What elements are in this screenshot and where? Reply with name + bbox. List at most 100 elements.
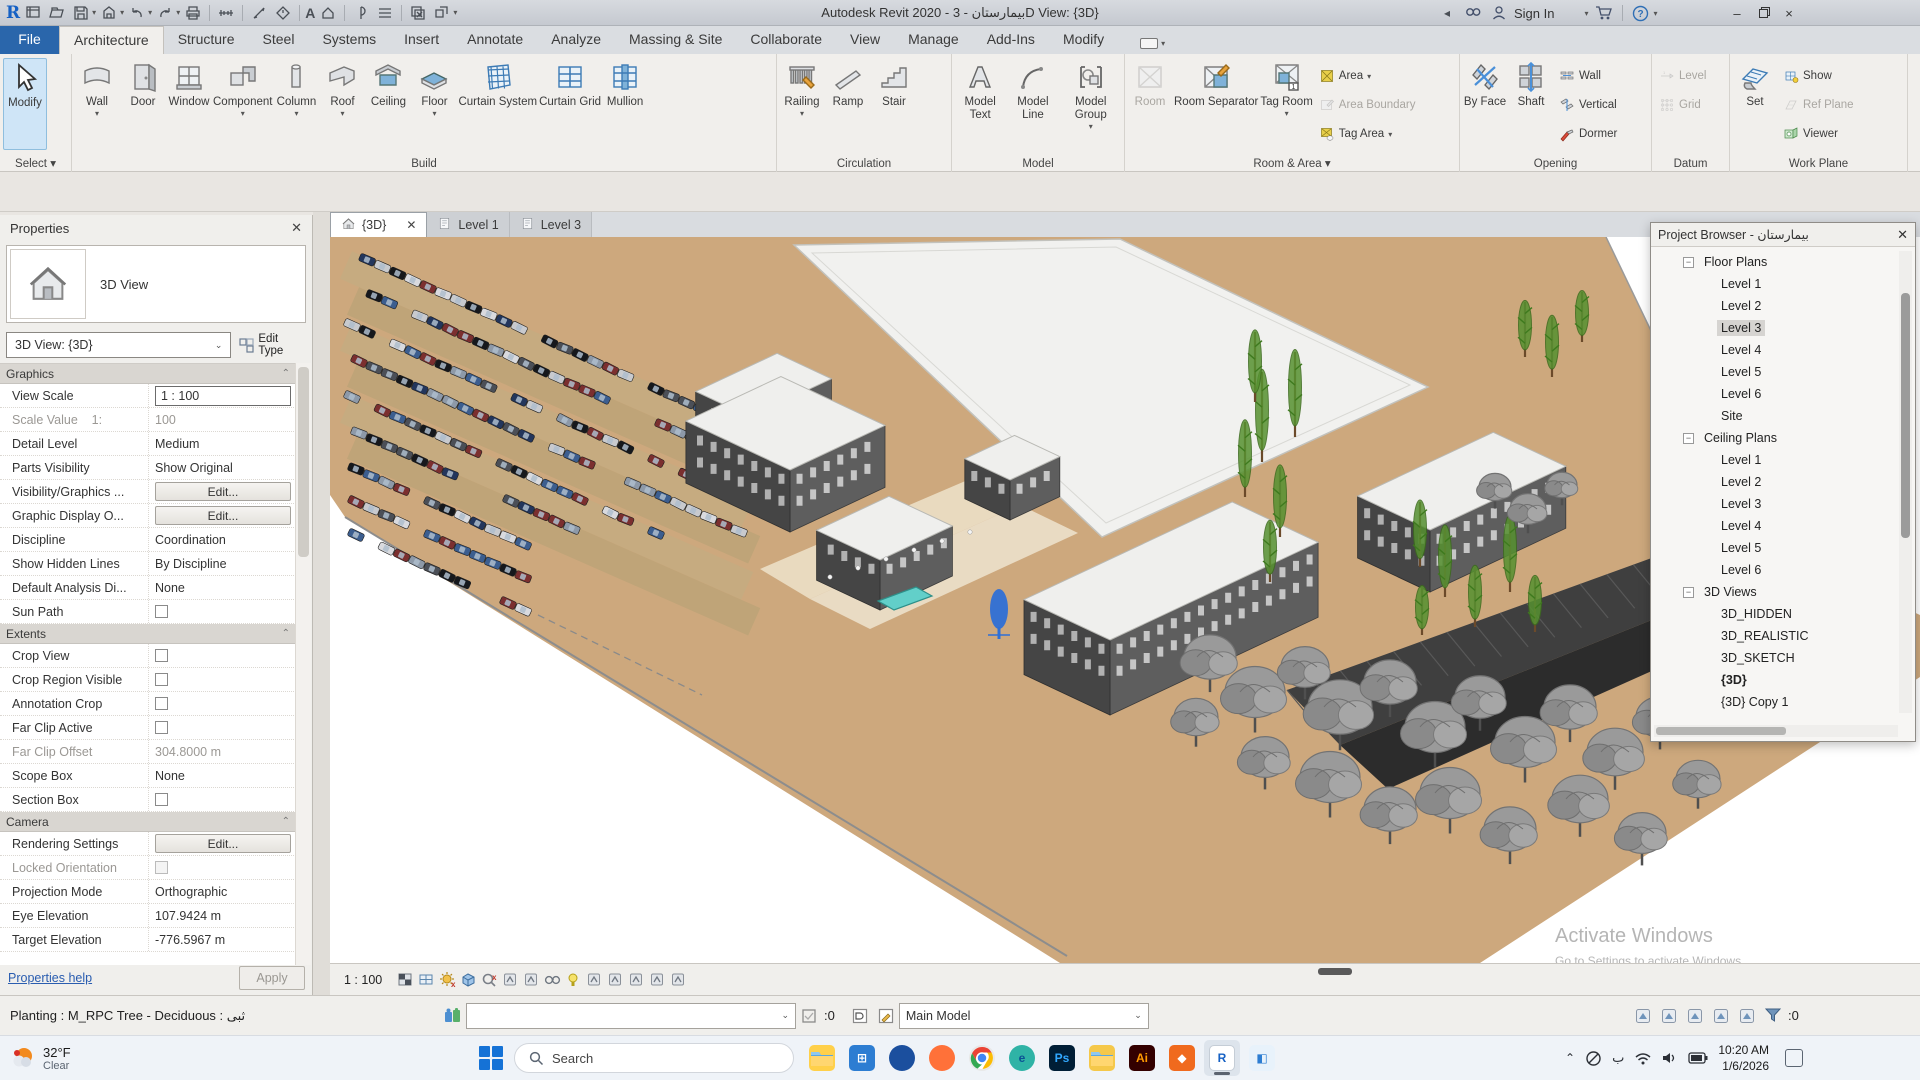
taskbar-app-chrome[interactable]: [964, 1040, 1000, 1076]
checkbox[interactable]: [155, 721, 168, 734]
select-pinned-icon[interactable]: [1686, 1007, 1704, 1025]
default-3d-view-icon[interactable]: [317, 3, 339, 23]
ribbon-tab-annotate[interactable]: Annotate: [453, 26, 537, 54]
model-text-button[interactable]: Model Text: [955, 58, 1005, 150]
aligned-dimension-icon[interactable]: [248, 3, 270, 23]
by-face-button[interactable]: By Face: [1463, 58, 1507, 150]
roof-button[interactable]: Roof▾: [320, 58, 364, 150]
project-browser-close-icon[interactable]: ✕: [1897, 227, 1908, 243]
room-separator-button[interactable]: Room Separator: [1174, 58, 1258, 150]
floor-button[interactable]: Floor▾: [412, 58, 456, 150]
ribbon-tab-structure[interactable]: Structure: [164, 26, 249, 54]
tree-item--3d-[interactable]: {3D}: [1655, 669, 1895, 691]
show-button[interactable]: Show: [1779, 62, 1858, 90]
palette-splitter[interactable]: [313, 212, 330, 995]
checkbox[interactable]: [155, 697, 168, 710]
taskbar-app-firefox[interactable]: [924, 1040, 960, 1076]
open-icon[interactable]: [46, 3, 68, 23]
detail-level-icon[interactable]: [417, 971, 435, 989]
print-icon[interactable]: [182, 3, 204, 23]
tree-item-site[interactable]: Site: [1655, 405, 1895, 427]
type-selector[interactable]: 3D View: [6, 245, 306, 323]
stair-button[interactable]: Stair: [872, 58, 916, 150]
select-by-face-icon[interactable]: [1712, 1007, 1730, 1025]
ceiling-button[interactable]: Ceiling: [366, 58, 410, 150]
save-dropdown-icon[interactable]: ▾: [92, 8, 96, 17]
dormer-button[interactable]: Dormer: [1555, 120, 1621, 148]
checkbox[interactable]: [155, 605, 168, 618]
value[interactable]: Coordination: [155, 533, 226, 547]
mullion-button[interactable]: Mullion: [603, 58, 647, 150]
model-line-button[interactable]: Model Line: [1007, 58, 1058, 150]
curtain-grid-button[interactable]: Curtain Grid: [539, 58, 601, 150]
viewer-button[interactable]: Viewer: [1779, 120, 1858, 148]
checkbox[interactable]: [155, 793, 168, 806]
tree-item-3d-sketch[interactable]: 3D_SKETCH: [1655, 647, 1895, 669]
worksharing-display-icon[interactable]: [606, 971, 624, 989]
sign-in-button[interactable]: Sign In: [1514, 6, 1554, 21]
tree-item-level-5[interactable]: Level 5: [1655, 537, 1895, 559]
restore-button[interactable]: [1750, 2, 1776, 24]
sync-icon[interactable]: [98, 3, 120, 23]
collapse-icon[interactable]: −: [1683, 587, 1694, 598]
edit-button[interactable]: Edit...: [155, 834, 291, 853]
taskbar-app-illustrator[interactable]: Ai: [1124, 1040, 1160, 1076]
panel-label[interactable]: Room & Area ▾: [1125, 156, 1459, 170]
set-button[interactable]: Set: [1733, 58, 1777, 150]
taskbar-app-app-orange[interactable]: ◆: [1164, 1040, 1200, 1076]
tree-item-level-5[interactable]: Level 5: [1655, 361, 1895, 383]
view-tab-3d[interactable]: {3D}✕: [330, 212, 427, 237]
view-tab-level3[interactable]: Level 3: [510, 212, 592, 237]
tree-item-level-1[interactable]: Level 1: [1655, 273, 1895, 295]
shadows-icon[interactable]: [459, 971, 477, 989]
redo-icon[interactable]: [154, 3, 176, 23]
tree-item-level-6[interactable]: Level 6: [1655, 383, 1895, 405]
reveal-hidden-elements-icon[interactable]: [564, 971, 582, 989]
horizontal-scrollbar-thumb[interactable]: [1318, 968, 1352, 975]
cart-icon[interactable]: [1593, 3, 1615, 23]
tree-item-level-3[interactable]: Level 3: [1655, 493, 1895, 515]
tree-item-level-2[interactable]: Level 2: [1655, 295, 1895, 317]
component-button[interactable]: Component▾: [213, 58, 272, 150]
wifi-icon[interactable]: [1634, 1051, 1652, 1065]
modify-button[interactable]: Modify: [3, 58, 47, 150]
value[interactable]: By Discipline: [155, 557, 227, 571]
taskbar-app-app-blue[interactable]: [884, 1040, 920, 1076]
section-header-camera[interactable]: Camera⌃: [0, 812, 296, 832]
undo-dropdown-icon[interactable]: ▾: [148, 8, 152, 17]
taskbar-app-revit[interactable]: R: [1204, 1040, 1240, 1076]
value[interactable]: 304.8000 m: [155, 745, 221, 759]
view-tab-close-icon[interactable]: ✕: [406, 218, 416, 232]
switch-windows-icon[interactable]: [431, 3, 453, 23]
checkbox[interactable]: [155, 649, 168, 662]
value[interactable]: Medium: [155, 437, 199, 451]
show-crop-region-icon[interactable]: [522, 971, 540, 989]
tree-item-3d-views[interactable]: −3D Views: [1655, 581, 1895, 603]
taskbar-app-app-teal[interactable]: ◧: [1244, 1040, 1280, 1076]
ribbon-tab-collaborate[interactable]: Collaborate: [736, 26, 836, 54]
temporary-hide-isolate-icon[interactable]: [543, 971, 561, 989]
ribbon-tab-systems[interactable]: Systems: [308, 26, 390, 54]
sign-in-dropdown-icon[interactable]: ▾: [1584, 9, 1588, 18]
curtain-system-button[interactable]: Curtain System: [458, 58, 537, 150]
temporary-view-properties-icon[interactable]: [585, 971, 603, 989]
ribbon-tab-insert[interactable]: Insert: [390, 26, 453, 54]
ribbon-tab-view[interactable]: View: [836, 26, 894, 54]
close-button[interactable]: ×: [1776, 2, 1802, 24]
customize-qat-icon[interactable]: ▾: [453, 8, 457, 17]
design-option-edit-icon[interactable]: [877, 1007, 895, 1025]
project-browser-vscrollbar[interactable]: [1899, 251, 1912, 713]
ribbon-tab-analyze[interactable]: Analyze: [537, 26, 615, 54]
scale-button[interactable]: 1 : 100: [344, 973, 382, 987]
tree-item-level-1[interactable]: Level 1: [1655, 449, 1895, 471]
collapse-icon[interactable]: −: [1683, 257, 1694, 268]
visual-style-icon[interactable]: [396, 971, 414, 989]
select-links-icon[interactable]: [1634, 1007, 1652, 1025]
area-boundary-button[interactable]: Area Boundary: [1315, 91, 1420, 119]
volume-icon[interactable]: [1662, 1051, 1678, 1065]
tree-item-level-4[interactable]: Level 4: [1655, 339, 1895, 361]
tag-area-button[interactable]: Tag Area▾: [1315, 120, 1420, 148]
value[interactable]: None: [155, 581, 185, 595]
value[interactable]: Orthographic: [155, 885, 227, 899]
window-button[interactable]: Window: [167, 58, 211, 150]
